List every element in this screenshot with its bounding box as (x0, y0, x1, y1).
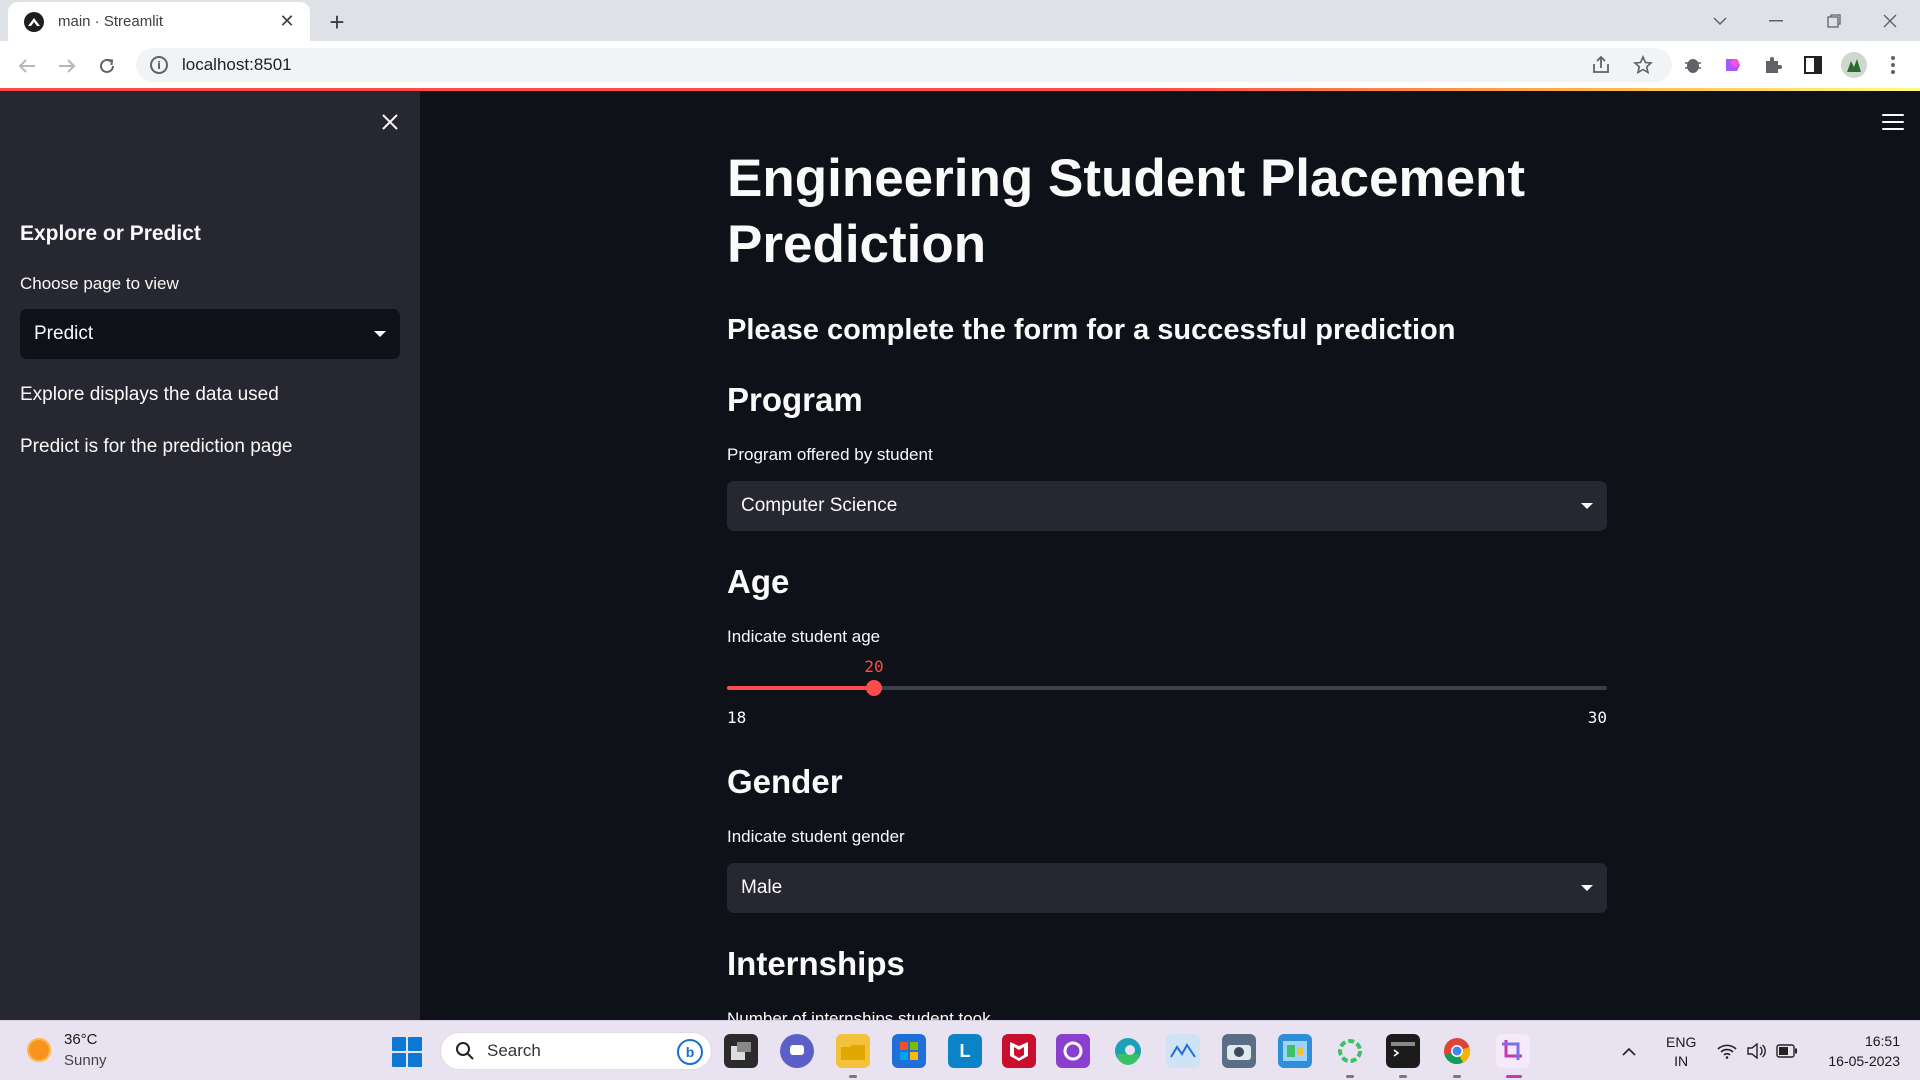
gender-heading: Gender (727, 763, 843, 800)
task-view-icon[interactable] (724, 1034, 758, 1068)
microsoft-store-icon[interactable] (892, 1034, 926, 1068)
info-icon[interactable]: i (150, 56, 168, 74)
tab-close-icon[interactable]: ✕ (276, 11, 298, 33)
restore-icon[interactable] (1806, 0, 1862, 41)
address-bar[interactable]: i localhost:8501 (136, 48, 1672, 82)
age-slider-min: 18 (727, 708, 747, 727)
program-select[interactable]: Computer Science (727, 481, 1607, 531)
reload-icon[interactable] (92, 51, 122, 81)
bing-icon[interactable]: b (677, 1039, 703, 1065)
age-slider-value: 20 (864, 657, 884, 676)
url-text: localhost:8501 (182, 55, 292, 74)
program-select-value: Computer Science (741, 495, 898, 516)
star-icon[interactable] (1630, 52, 1656, 78)
weather-description[interactable]: Sunny (64, 1052, 107, 1069)
sidebar-text-explore: Explore displays the data used (20, 384, 279, 405)
system-clock[interactable]: 16:51 16-05-2023 (1812, 1031, 1900, 1071)
battery-icon[interactable] (1776, 1041, 1798, 1061)
chrome-icon[interactable] (1440, 1034, 1474, 1068)
page-select-value: Predict (34, 323, 94, 344)
page-select[interactable]: Predict (20, 309, 400, 359)
tab-title: main · Streamlit (58, 13, 164, 30)
running-indicator (849, 1075, 857, 1078)
internships-heading: Internships (727, 945, 905, 982)
terminal-icon[interactable] (1386, 1034, 1420, 1068)
camera-icon[interactable] (1222, 1034, 1256, 1068)
cortana-icon[interactable] (1056, 1034, 1090, 1068)
caret-down-icon (1581, 885, 1593, 891)
clock-time: 16:51 (1864, 1033, 1900, 1049)
sidebar-text-predict: Predict is for the prediction page (20, 436, 293, 457)
volume-icon[interactable] (1746, 1041, 1768, 1061)
age-slider-max: 30 (1587, 708, 1607, 727)
language-line1: ENG (1666, 1034, 1697, 1050)
running-indicator (1453, 1075, 1461, 1078)
sidebar-toggle-icon[interactable] (1800, 52, 1826, 78)
browser-tab[interactable]: main · Streamlit ✕ (8, 2, 310, 41)
program-heading: Program (727, 381, 863, 418)
control-panel-icon[interactable] (1278, 1034, 1312, 1068)
age-slider-fill (727, 686, 874, 690)
taskbar-search-text: Search (487, 1041, 541, 1060)
age-label: Indicate student age (727, 627, 881, 646)
running-indicator (1399, 1075, 1407, 1078)
internships-label: Number of internships student took (727, 1009, 991, 1020)
sidebar-close-icon[interactable] (376, 108, 404, 136)
taskbar-search[interactable]: Search b (440, 1032, 712, 1070)
new-tab-plus-icon[interactable]: + (323, 7, 351, 37)
sidebar-title: Explore or Predict (20, 222, 201, 245)
weather-temperature[interactable]: 36°C (64, 1031, 98, 1048)
tab-search-chevron-icon[interactable] (1692, 0, 1748, 41)
file-explorer-icon[interactable] (836, 1034, 870, 1068)
browser-tabstrip: main · Streamlit ✕ + (0, 0, 1920, 41)
form-subtitle: Please complete the form for a successfu… (727, 314, 1456, 346)
window-close-icon[interactable] (1862, 0, 1918, 41)
windows-start-icon[interactable] (392, 1037, 422, 1067)
mcafee-icon[interactable] (1002, 1034, 1036, 1068)
page-title: Engineering Student Placement Prediction (727, 149, 1526, 274)
lens-app-icon[interactable]: L (948, 1034, 982, 1068)
caret-down-icon (374, 331, 386, 337)
language-line2: IN (1674, 1053, 1689, 1069)
edge-icon[interactable] (1111, 1034, 1145, 1068)
page-select-label: Choose page to view (20, 274, 179, 293)
back-icon[interactable] (12, 51, 42, 81)
search-icon (456, 1042, 474, 1060)
streamlit-favicon-icon (24, 11, 44, 32)
wifi-icon[interactable] (1716, 1041, 1738, 1061)
gender-select-value: Male (741, 877, 783, 898)
share-icon[interactable] (1588, 52, 1614, 78)
age-slider-thumb[interactable] (866, 680, 882, 696)
language-indicator[interactable]: ENG IN (1666, 1033, 1696, 1071)
hamburger-menu-icon[interactable] (1880, 111, 1906, 133)
bug-extension-icon[interactable] (1680, 52, 1706, 78)
performance-monitor-icon[interactable] (1166, 1034, 1200, 1068)
teams-chat-icon[interactable] (780, 1034, 814, 1068)
running-indicator (1346, 1075, 1354, 1078)
kebab-menu-icon[interactable] (1880, 52, 1906, 78)
age-slider[interactable] (727, 680, 1607, 696)
sidebar: Explore or Predict Choose page to view P… (0, 91, 420, 1020)
profile-avatar[interactable] (1841, 52, 1867, 78)
taskbar: 36°C Sunny Search b L ENG IN 16:51 16-05… (0, 1020, 1920, 1080)
forward-icon[interactable] (52, 51, 82, 81)
snipping-tool-icon[interactable] (1496, 1034, 1530, 1068)
color-extension-icon[interactable] (1720, 52, 1746, 78)
loading-app-icon[interactable] (1333, 1034, 1367, 1068)
caret-down-icon (1581, 503, 1593, 509)
sun-weather-icon[interactable] (27, 1038, 51, 1062)
main-area: Engineering Student Placement Prediction… (420, 91, 1920, 1020)
minimize-icon[interactable] (1748, 0, 1804, 41)
extension-icon[interactable] (1760, 52, 1786, 78)
program-label: Program offered by student (727, 445, 933, 464)
active-indicator (1506, 1075, 1522, 1078)
age-heading: Age (727, 563, 790, 600)
tray-chevron-up-icon[interactable] (1622, 1043, 1636, 1061)
gender-select[interactable]: Male (727, 863, 1607, 913)
gender-label: Indicate student gender (727, 827, 905, 846)
clock-date: 16-05-2023 (1828, 1053, 1900, 1069)
